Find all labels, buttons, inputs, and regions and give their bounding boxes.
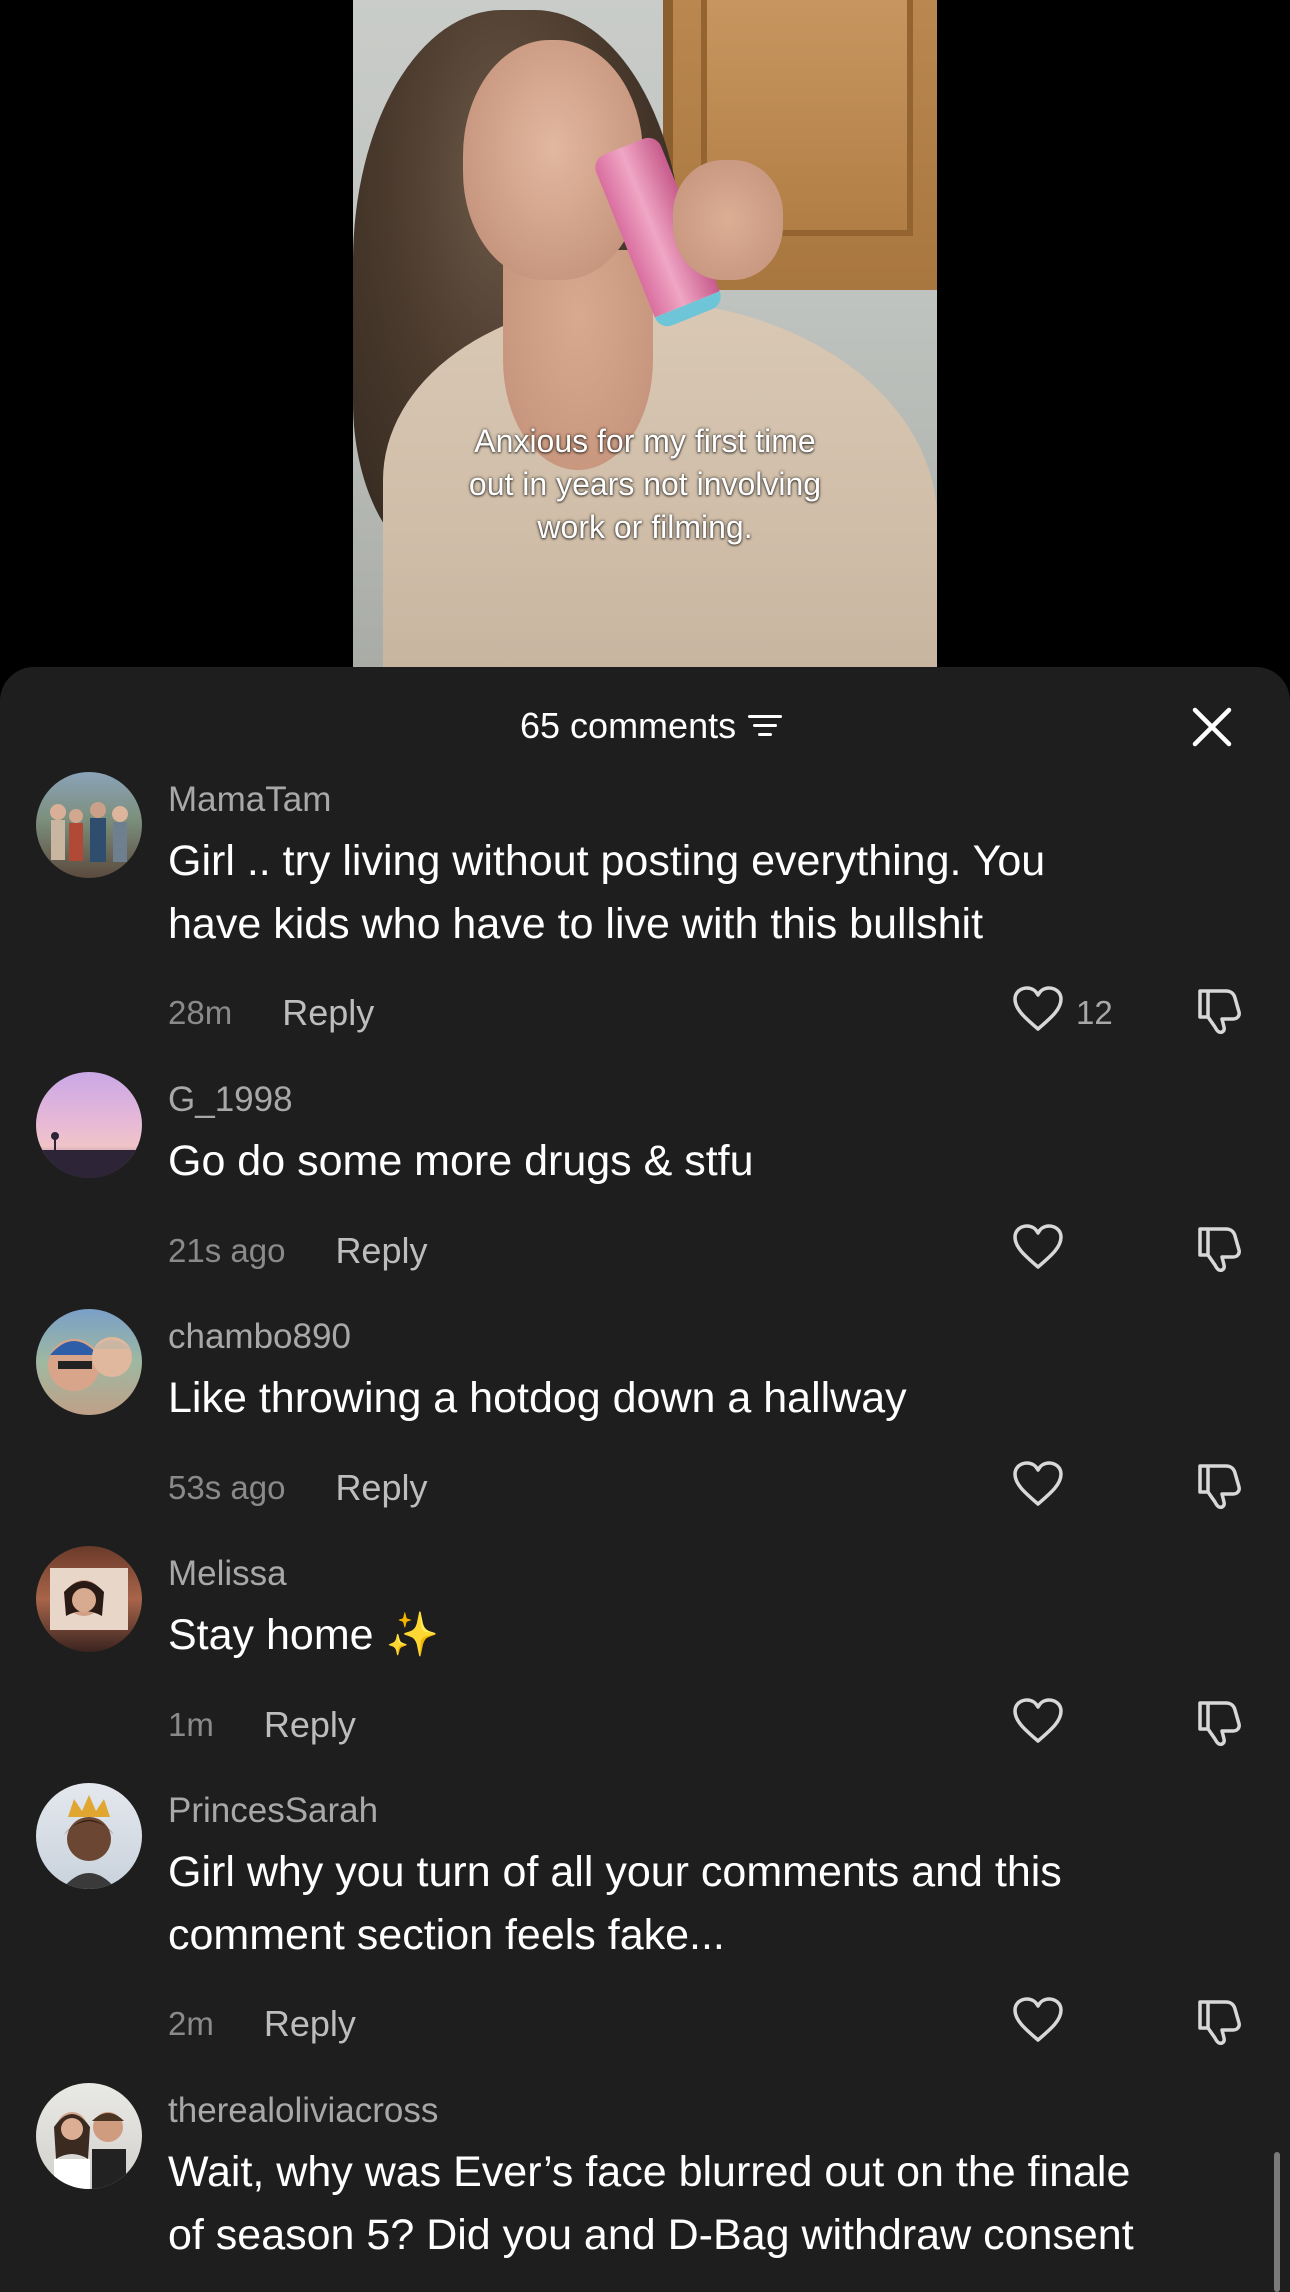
comment-username[interactable]: G_1998	[168, 1080, 293, 1120]
video-caption: Anxious for my first time out in years n…	[353, 420, 937, 549]
avatar[interactable]	[36, 772, 142, 878]
comment-text-line: have kids who have to live with this bul…	[168, 900, 984, 948]
video-caption-line: out in years not involving	[468, 466, 822, 502]
comment-count-button[interactable]: 65 comments	[520, 705, 784, 747]
reply-button[interactable]: Reply	[282, 992, 374, 1034]
dislike-icon[interactable]	[1192, 1223, 1244, 1273]
sort-filter-icon	[748, 713, 784, 739]
comment-text: Stay home ✨	[168, 1604, 1248, 1667]
comment-meta: 21s ago Reply	[168, 1230, 427, 1272]
dislike-icon[interactable]	[1192, 985, 1244, 1035]
like-heart-icon[interactable]	[1012, 1223, 1064, 1271]
close-icon[interactable]	[1190, 705, 1234, 749]
like-heart-icon[interactable]	[1012, 1697, 1064, 1745]
comment-text-line: Stay home ✨	[168, 1611, 440, 1659]
comment-text: Like throwing a hotdog down a hallway	[168, 1367, 1248, 1430]
comment-text: Go do some more drugs & stfu	[168, 1130, 1248, 1193]
scrollbar[interactable]	[1274, 2152, 1280, 2292]
comment-username[interactable]: chambo890	[168, 1317, 351, 1357]
comment-meta: 53s ago Reply	[168, 1467, 427, 1509]
dislike-icon[interactable]	[1192, 1996, 1244, 2046]
video-caption-line: work or filming.	[537, 509, 753, 545]
avatar[interactable]	[36, 1072, 142, 1178]
comment-username[interactable]: PrincesSarah	[168, 1791, 378, 1831]
avatar[interactable]	[36, 2083, 142, 2189]
comment-text-line: of season 5? Did you and D-Bag withdraw …	[168, 2211, 1134, 2259]
comment-text-line: Go do some more drugs & stfu	[168, 1137, 754, 1185]
comment-timestamp: 21s ago	[168, 1232, 286, 1269]
comment-username[interactable]: therealoliviacross	[168, 2091, 438, 2131]
video-caption-line: Anxious for my first time	[474, 423, 816, 459]
comment-text: Girl .. try living without posting every…	[168, 830, 1248, 956]
comments-sheet: 65 comments MamaTam Girl .. try living w…	[0, 667, 1290, 2292]
dislike-icon[interactable]	[1192, 1460, 1244, 1510]
dislike-icon[interactable]	[1192, 1697, 1244, 1747]
like-heart-icon[interactable]	[1012, 985, 1064, 1033]
comment-username[interactable]: Melissa	[168, 1554, 287, 1594]
comment-timestamp: 53s ago	[168, 1469, 286, 1506]
comment-meta: 28m Reply	[168, 992, 374, 1034]
comment-timestamp: 28m	[168, 994, 233, 1031]
comment-meta: 2m Reply	[168, 2003, 356, 2045]
comment-timestamp: 2m	[168, 2005, 214, 2042]
comment-count-label: 65 comments	[520, 705, 737, 746]
reply-button[interactable]: Reply	[264, 2003, 356, 2045]
like-heart-icon[interactable]	[1012, 1460, 1064, 1508]
comment-text: Wait, why was Ever’s face blurred out on…	[168, 2141, 1248, 2267]
comment-text-line: comment section feels fake...	[168, 1911, 725, 1959]
comment-text-line: Like throwing a hotdog down a hallway	[168, 1374, 907, 1422]
avatar[interactable]	[36, 1546, 142, 1652]
comments-header: 65 comments	[0, 667, 1290, 767]
avatar[interactable]	[36, 1783, 142, 1889]
comment-username[interactable]: MamaTam	[168, 780, 331, 820]
comment-text: Girl why you turn of all your comments a…	[168, 1841, 1248, 1967]
comment-text-line: Wait, why was Ever’s face blurred out on…	[168, 2148, 1131, 2196]
reply-button[interactable]: Reply	[264, 1704, 356, 1746]
like-heart-icon[interactable]	[1012, 1996, 1064, 2044]
video-subject-hand	[673, 160, 783, 280]
reply-button[interactable]: Reply	[335, 1230, 427, 1272]
avatar[interactable]	[36, 1309, 142, 1415]
video-player[interactable]: Anxious for my first time out in years n…	[353, 0, 937, 668]
comment-text-line: Girl .. try living without posting every…	[168, 837, 1046, 885]
comment-timestamp: 1m	[168, 1706, 214, 1743]
reply-button[interactable]: Reply	[335, 1467, 427, 1509]
comment-meta: 1m Reply	[168, 1704, 356, 1746]
like-count: 12	[1076, 994, 1113, 1031]
comment-text-line: Girl why you turn of all your comments a…	[168, 1848, 1062, 1896]
